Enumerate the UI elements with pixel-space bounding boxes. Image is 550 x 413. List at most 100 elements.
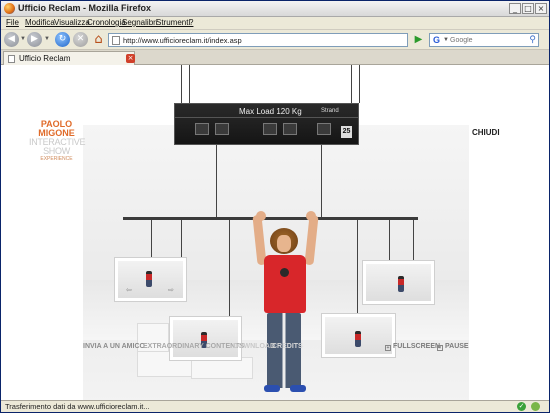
cable [359,65,360,103]
performer-thumbnail [146,271,152,287]
cable [216,145,217,217]
video-frame-screen: ⇦ ⇨ [118,261,183,298]
menu-file[interactable]: File [6,18,19,27]
back-history-dropdown-icon[interactable]: ▼ [20,36,26,42]
forward-icon[interactable]: ▶ [27,32,42,47]
menu-strumenti[interactable]: Strumenti [156,18,190,27]
sign-slot [215,123,229,135]
trapeze-bar [123,217,418,220]
cable [321,145,322,217]
close-button[interactable]: CHIUDI [472,128,500,137]
reload-icon[interactable]: ↻ [55,32,70,47]
home-icon[interactable]: ⌂ [91,32,106,47]
frame-string [413,220,414,260]
close-window-button[interactable]: × [535,3,547,14]
frame-string [389,220,390,260]
menu-visualizza[interactable]: Visualizza [54,18,90,27]
video-frame[interactable]: ⇦ ⇨ [114,257,187,302]
cable [351,65,352,103]
menu-help[interactable]: ? [189,18,193,27]
performer-left-shoe [264,385,280,392]
sign-max-load-text: Max Load 120 Kg [239,107,302,116]
sign-brand-text: Strand [321,108,339,114]
performer-face [277,235,291,252]
navigation-toolbar: ◀ ▼ ▶ ▼ ↻ ✕ ⌂ http://www.ufficioreclam.i… [1,30,549,50]
search-bar[interactable]: G ▼ ⚲ [429,33,539,47]
shirt-print [280,268,289,277]
sign-slot [283,123,297,135]
title-bar: Ufficio Reclam - Mozilla Firefox _ □ × [1,1,549,17]
sign-number: 25 [341,126,352,138]
video-frame-screen [173,320,238,357]
search-input[interactable] [450,35,525,45]
window-title: Ufficio Reclam - Mozilla Firefox [18,3,152,13]
fullscreen-button[interactable]: + FULLSCREEN [385,343,440,351]
pause-label: PAUSE [445,343,469,350]
send-to-friend-link[interactable]: INVIA A UN AMICO [83,343,145,350]
sign-slot [263,123,277,135]
page-favicon-icon [112,36,120,45]
frame-string [229,220,230,316]
menu-segnalibri[interactable]: Segnalibri [122,18,158,27]
fullscreen-label: FULLSCREEN [393,343,441,350]
status-ok-icon[interactable]: ✓ [517,402,526,411]
frame-string [151,220,152,257]
video-frame-screen [325,317,392,354]
back-icon[interactable]: ◀ [4,32,19,47]
right-arrow-icon: ⇨ [168,287,174,294]
performer-right-shoe [290,385,306,392]
performer-left-hand [256,211,266,221]
logo-line-experience: EXPERIENCE [40,156,73,162]
sign-slot [317,123,331,135]
video-frame[interactable] [169,316,242,361]
video-frame-screen [366,264,431,301]
load-sign: Max Load 120 Kg Strand 25 [174,103,359,145]
performer-right-hand [306,211,316,221]
pause-icon: × [437,345,443,351]
pause-button[interactable]: × PAUSE [437,343,469,351]
credits-link[interactable]: CREDITS [272,343,303,350]
left-arrow-icon: ⇦ [126,287,132,294]
video-frame[interactable] [321,313,396,358]
performer-legs [267,313,301,388]
stop-icon[interactable]: ✕ [73,32,88,47]
cable [189,65,190,103]
menu-cronologia[interactable]: Cronologia [87,18,126,27]
browser-window: Ufficio Reclam - Mozilla Firefox _ □ × F… [0,0,550,413]
download-link[interactable]: DOWNLOAD [233,343,275,350]
addon-status-icon[interactable] [531,402,540,411]
maximize-button[interactable]: □ [522,3,534,14]
tab-ufficio-reclam[interactable]: Ufficio Reclam × [3,51,135,65]
extraordinary-contents-link[interactable]: EXTRAORDINARY CONTENTS [143,343,244,350]
tab-favicon-icon [8,55,15,63]
tab-label: Ufficio Reclam [19,54,71,63]
minimize-button[interactable]: _ [509,3,521,14]
go-icon[interactable]: ▶ [412,33,425,47]
firefox-logo-icon [4,3,15,14]
search-icon[interactable]: ⚲ [529,34,536,45]
status-bar: Trasferimento dati da www.ufficioreclam.… [1,400,549,412]
performer-thumbnail [355,331,361,347]
google-engine-icon[interactable]: G [431,35,442,45]
address-bar[interactable]: http://www.ufficioreclam.it/index.asp [108,33,408,47]
fullscreen-icon: + [385,345,391,351]
performer-shirt [264,255,306,313]
frame-string [181,220,182,257]
forward-history-dropdown-icon[interactable]: ▼ [44,36,50,42]
paolo-migone-logo[interactable]: PAOLO MIGONE INTERACTIVE SHOW EXPERIENCE [29,120,86,163]
status-text: Trasferimento dati da www.ufficioreclam.… [5,402,150,411]
search-engine-dropdown-icon[interactable]: ▼ [443,37,449,43]
sign-slot [195,123,209,135]
logo-line-show: SHOW [43,146,70,156]
tab-bar: Ufficio Reclam × [1,50,549,65]
cable [181,65,182,103]
page-content: PAOLO MIGONE INTERACTIVE SHOW EXPERIENCE… [1,65,549,400]
video-frame[interactable] [362,260,435,305]
frame-string [357,220,358,313]
performer-thumbnail [398,276,404,292]
url-text[interactable]: http://www.ufficioreclam.it/index.asp [123,36,242,45]
sign-header: Max Load 120 Kg Strand [175,104,358,118]
menu-modifica[interactable]: Modifica [25,18,55,27]
tab-close-icon[interactable]: × [126,54,135,63]
menu-bar: File Modifica Visualizza Cronologia Segn… [1,17,549,30]
